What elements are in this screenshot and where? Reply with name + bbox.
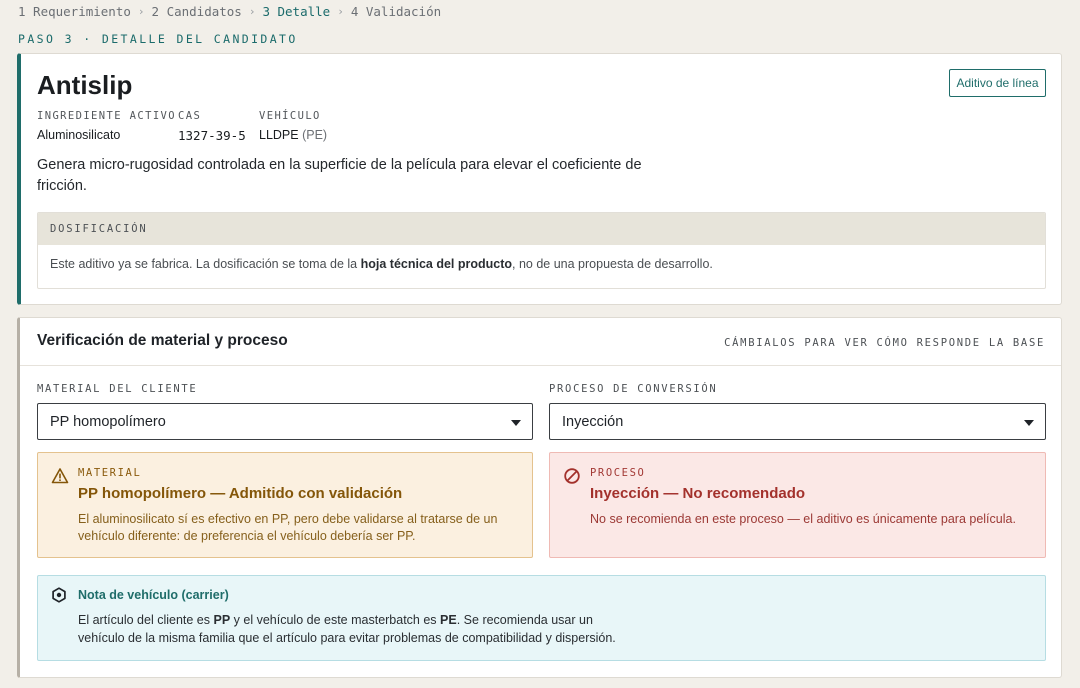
chevron-down-icon xyxy=(1024,420,1034,426)
step-candidatos[interactable]: 2 Candidatos xyxy=(152,4,242,19)
prohibited-icon xyxy=(564,468,580,484)
dosage-text-before: Este aditivo ya se fabrica. La dosificac… xyxy=(50,257,358,271)
step-requerimiento[interactable]: 1 Requerimiento xyxy=(18,4,131,19)
dosage-heading: DOSIFICACIÓN xyxy=(38,213,1045,245)
step-label: PASO 3 · DETALLE DEL CANDIDATO xyxy=(18,32,298,46)
note-text-1: El artículo del cliente es xyxy=(78,613,211,627)
note-carrier-material: PE xyxy=(440,613,457,627)
ingredient-label: INGREDIENTE ACTIVO xyxy=(37,110,176,122)
material-label: MATERIAL DEL CLIENTE xyxy=(37,383,198,395)
cas-meta: CAS 1327-39-5 xyxy=(178,110,246,143)
verification-title: Verificación de material y proceso xyxy=(37,332,288,349)
process-label: PROCESO DE CONVERSIÓN xyxy=(549,383,718,395)
cas-value: 1327-39-5 xyxy=(178,128,246,143)
material-alert-body: El aluminosilicato sí es efectivo en PP,… xyxy=(78,512,498,543)
vehicle-value: LLDPE xyxy=(259,128,299,142)
step-validacion[interactable]: 4 Validación xyxy=(351,4,441,19)
dosage-panel: DOSIFICACIÓN Este aditivo ya se fabrica.… xyxy=(37,212,1046,289)
vehicle-note-body: El artículo del cliente es PP y el vehíc… xyxy=(78,611,638,647)
material-alert: MATERIAL PP homopolímero — Admitido con … xyxy=(37,452,533,558)
line-additive-badge: Aditivo de línea xyxy=(949,69,1046,97)
process-alert-headline: Inyección — No recomendado xyxy=(590,485,806,502)
step-detalle[interactable]: 3 Detalle xyxy=(262,4,330,19)
hexagon-dot-icon xyxy=(52,587,66,603)
step-separator: › xyxy=(137,4,145,18)
warning-icon xyxy=(51,468,69,484)
process-alert: PROCESO Inyección — No recomendado No se… xyxy=(549,452,1046,558)
ingredient-meta: INGREDIENTE ACTIVO Aluminosilicato xyxy=(37,110,176,142)
material-select-value: PP homopolímero xyxy=(50,413,166,430)
verification-card: Verificación de material y proceso CÁMBI… xyxy=(17,317,1062,678)
process-select-value: Inyección xyxy=(562,413,624,430)
dosage-text-after: , no de una propuesta de desarrollo. xyxy=(512,257,713,271)
vehicle-meta: VEHÍCULO LLDPE (PE) xyxy=(259,110,327,142)
step-separator: › xyxy=(337,4,344,18)
material-alert-headline: PP homopolímero — Admitido con validació… xyxy=(78,485,403,502)
process-select[interactable]: Inyección xyxy=(549,403,1046,440)
chevron-down-icon xyxy=(511,420,521,426)
dosage-text: Este aditivo ya se fabrica. La dosificac… xyxy=(38,245,1045,283)
candidate-description: Genera micro-rugosidad controlada en la … xyxy=(37,157,642,194)
vehicle-label: VEHÍCULO xyxy=(259,110,321,122)
process-alert-body: No se recomienda en este proceso — el ad… xyxy=(590,512,1016,526)
note-client-material: PP xyxy=(213,613,231,627)
stepper: 1 Requerimiento › 2 Candidatos › 3 Detal… xyxy=(18,3,441,19)
vehicle-family: (PE) xyxy=(302,128,328,142)
vehicle-note: Nota de vehículo (carrier) El artículo d… xyxy=(37,575,1046,661)
process-alert-kicker: PROCESO xyxy=(590,467,646,479)
material-select[interactable]: PP homopolímero xyxy=(37,403,533,440)
verification-header: Verificación de material y proceso CÁMBI… xyxy=(20,318,1061,366)
candidate-card: Antislip Aditivo de línea INGREDIENTE AC… xyxy=(17,53,1062,305)
ingredient-value: Aluminosilicato xyxy=(37,128,121,142)
vehicle-value-line: LLDPE (PE) xyxy=(259,128,327,142)
note-text-2: y el vehículo de este masterbatch es xyxy=(233,613,437,627)
dosage-datasheet-ref: hoja técnica del producto xyxy=(360,257,513,271)
verification-hint: CÁMBIALOS PARA VER CÓMO RESPONDE LA BASE xyxy=(724,337,1045,349)
candidate-name: Antislip xyxy=(37,70,133,100)
cas-label: CAS xyxy=(178,110,202,122)
material-alert-kicker: MATERIAL xyxy=(78,467,142,479)
step-separator: › xyxy=(248,4,256,18)
vehicle-note-title: Nota de vehículo (carrier) xyxy=(78,588,229,602)
